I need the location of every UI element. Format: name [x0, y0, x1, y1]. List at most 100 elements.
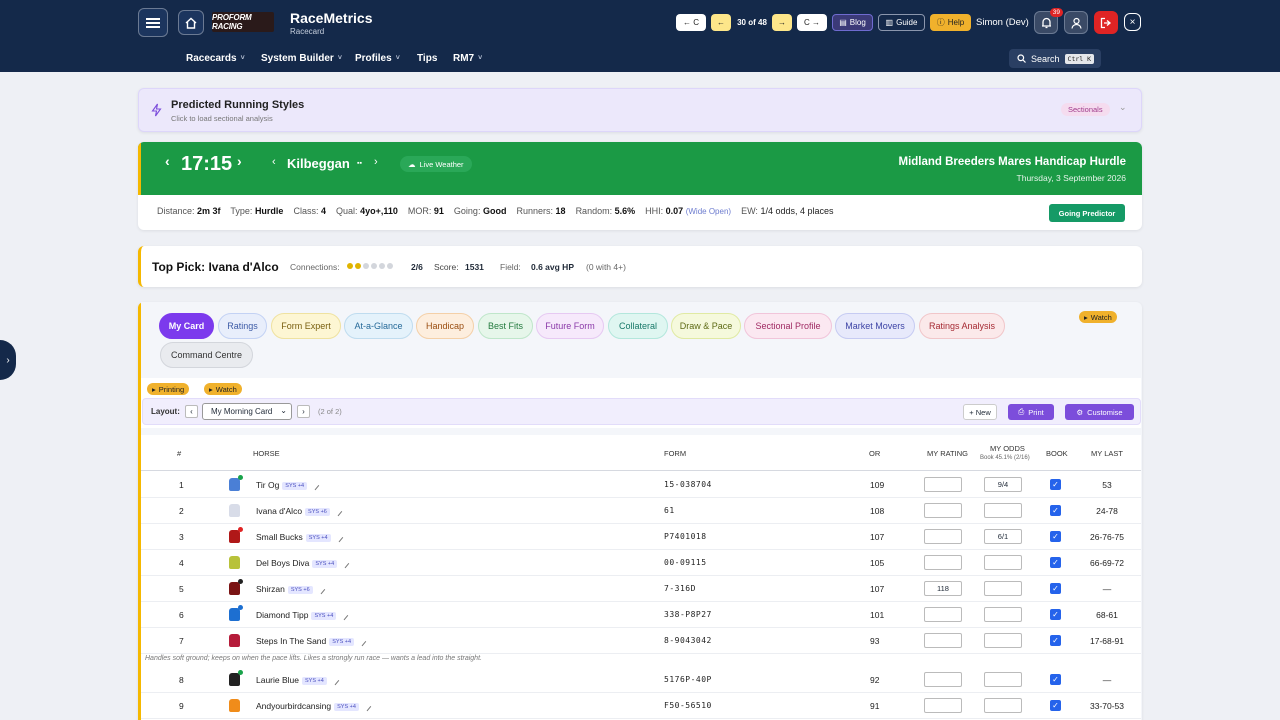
horse-name[interactable]: Andyourbirdcansing [256, 701, 331, 711]
help-button[interactable]: ⓘ Help [930, 14, 971, 31]
horse-cell[interactable]: Diamond Tipp SYS +4 [256, 610, 349, 620]
brand-logo[interactable]: PROFORM RACING [212, 12, 274, 32]
tab-draw-pace[interactable]: Draw & Pace [671, 313, 741, 339]
tab-best-fits[interactable]: Best Fits [478, 313, 533, 339]
book-checkbox[interactable]: ✓ [1050, 700, 1061, 711]
tab-ratings-analysis[interactable]: Ratings Analysis [919, 313, 1005, 339]
watch-toggle-top[interactable]: ▸ Watch [1079, 311, 1117, 323]
nav-racecards[interactable]: Racecards ˅ [186, 53, 245, 64]
next-course-button[interactable]: C → [797, 14, 827, 31]
book-checkbox[interactable]: ✓ [1050, 479, 1061, 490]
next-time-button[interactable]: › [237, 153, 242, 169]
customise-button[interactable]: ⚙ Customise [1065, 404, 1134, 420]
logout-button[interactable] [1094, 11, 1118, 34]
my-odds-input[interactable]: 9/4 [984, 477, 1022, 492]
table-row[interactable]: 2 Ivana d'Alco SYS +6 61 108 ✓ 24-78 [141, 498, 1141, 524]
my-rating-input[interactable] [924, 477, 962, 492]
pencil-icon[interactable] [362, 702, 372, 711]
predicted-running-styles-panel[interactable]: Predicted Running Styles Click to load s… [138, 88, 1142, 132]
print-button[interactable]: ⎙ Print [1008, 404, 1054, 420]
profile-button[interactable] [1064, 11, 1088, 34]
prev-race-button[interactable]: ← [711, 14, 731, 31]
table-row[interactable]: 3 Small Bucks SYS +4 P7401018 107 6/1 ✓ 26-76-7… [141, 524, 1141, 550]
menu-button[interactable] [138, 8, 168, 37]
nav-rm7[interactable]: RM7 ˅ [453, 53, 482, 64]
horse-cell[interactable]: Laurie Blue SYS +4 [256, 675, 340, 685]
layout-prev-button[interactable]: ‹ [185, 405, 198, 418]
my-rating-input[interactable] [924, 555, 962, 570]
tab-form-expert[interactable]: Form Expert [271, 313, 341, 339]
my-rating-input[interactable] [924, 698, 962, 713]
chevron-down-icon[interactable]: ⌄ [1119, 102, 1127, 113]
horse-cell[interactable]: Del Boys Diva SYS +4 [256, 558, 350, 568]
book-checkbox[interactable]: ✓ [1050, 609, 1061, 620]
pencil-icon[interactable] [334, 533, 343, 542]
book-checkbox[interactable]: ✓ [1050, 557, 1061, 568]
sidebar-toggle[interactable]: › [0, 340, 16, 380]
nav-tips[interactable]: Tips [417, 53, 437, 64]
horse-name[interactable]: Small Bucks [256, 532, 303, 542]
table-row[interactable]: 6 Diamond Tipp SYS +4 338-P8P27 101 ✓ 68-61 [141, 602, 1141, 628]
layout-next-button[interactable]: › [297, 405, 310, 418]
my-odds-input[interactable] [984, 555, 1022, 570]
tab-my-card[interactable]: My Card [159, 313, 214, 339]
pencil-icon[interactable] [333, 507, 343, 516]
printing-toggle[interactable]: ▸ Printing [147, 383, 190, 395]
notifications-button[interactable]: 39 [1034, 8, 1063, 34]
tab-future-form[interactable]: Future Form [536, 313, 604, 339]
prev-course-button[interactable]: ← C [676, 14, 706, 31]
horse-name[interactable]: Del Boys Diva [256, 558, 309, 568]
my-odds-input[interactable] [984, 672, 1022, 687]
horse-name[interactable]: Shirzan [256, 584, 285, 594]
guide-button[interactable]: ▥ Guide [878, 14, 925, 31]
my-odds-input[interactable] [984, 698, 1022, 713]
my-rating-input[interactable] [924, 672, 962, 687]
my-rating-input[interactable] [924, 529, 962, 544]
prev-course-arrow[interactable]: ‹ [272, 156, 276, 168]
horse-cell[interactable]: Shirzan SYS +6 [256, 584, 325, 594]
nav-system-builder[interactable]: System Builder ˅ [261, 53, 342, 64]
pencil-icon[interactable] [330, 676, 340, 685]
pencil-icon[interactable] [340, 559, 350, 568]
tab-handicap[interactable]: Handicap [416, 313, 474, 339]
next-race-button[interactable]: → [772, 14, 792, 31]
live-weather-button[interactable]: ☁ Live Weather [400, 156, 472, 172]
horse-cell[interactable]: Ivana d'Alco SYS +6 [256, 506, 343, 516]
book-checkbox[interactable]: ✓ [1050, 583, 1061, 594]
my-odds-input[interactable] [984, 633, 1022, 648]
pencil-icon[interactable] [310, 481, 320, 490]
book-checkbox[interactable]: ✓ [1050, 531, 1061, 542]
tab-sectional-profile[interactable]: Sectional Profile [744, 313, 832, 339]
book-checkbox[interactable]: ✓ [1050, 505, 1061, 516]
horse-cell[interactable]: Small Bucks SYS +4 [256, 532, 343, 542]
my-rating-input[interactable] [924, 633, 962, 648]
table-row[interactable]: 5 Shirzan SYS +6 7-316D 107 118 ✓ — [141, 576, 1141, 602]
table-row[interactable]: 7 Steps In The Sand SYS +4 8-9043042 93 ✓ 17-6… [141, 628, 1141, 654]
prev-time-button[interactable]: ‹ [165, 153, 170, 169]
my-odds-input[interactable]: 6/1 [984, 529, 1022, 544]
close-button[interactable]: × [1124, 13, 1141, 31]
horse-cell[interactable]: Steps In The Sand SYS +4 [256, 636, 367, 646]
table-row[interactable]: 8 Laurie Blue SYS +4 5176P-40P 92 ✓ — [141, 667, 1141, 693]
my-odds-input[interactable] [984, 607, 1022, 622]
my-odds-input[interactable] [984, 503, 1022, 518]
pencil-icon[interactable] [316, 585, 325, 594]
tab-at-a-glance[interactable]: At-a-Glance [344, 313, 413, 339]
tab-command-centre[interactable]: Command Centre [160, 342, 253, 368]
my-rating-input[interactable]: 118 [924, 581, 962, 596]
pencil-icon[interactable] [357, 637, 367, 646]
layout-select[interactable]: My Morning Card ⌄ [202, 403, 292, 420]
book-checkbox[interactable]: ✓ [1050, 674, 1061, 685]
going-predictor-button[interactable]: Going Predictor [1049, 204, 1125, 222]
nav-profiles[interactable]: Profiles ˅ [355, 53, 400, 64]
new-layout-button[interactable]: + New [963, 404, 997, 420]
home-button[interactable] [178, 10, 204, 35]
blog-button[interactable]: ▤ Blog [832, 14, 873, 31]
table-row[interactable]: 9 Andyourbirdcansing SYS +4 F50-56510 91 ✓ 33-… [141, 693, 1141, 719]
horse-name[interactable]: Tir Og [256, 480, 279, 490]
my-rating-input[interactable] [924, 607, 962, 622]
horse-name[interactable]: Diamond Tipp [256, 610, 308, 620]
tab-ratings[interactable]: Ratings [218, 313, 267, 339]
horse-cell[interactable]: Andyourbirdcansing SYS +4 [256, 701, 372, 711]
tab-collateral[interactable]: Collateral [608, 313, 668, 339]
